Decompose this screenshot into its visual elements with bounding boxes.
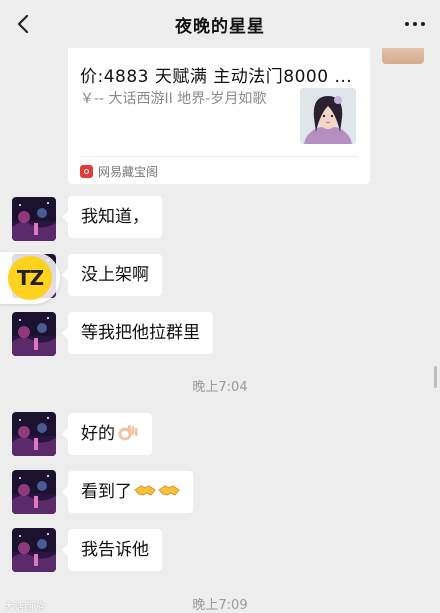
card-divider (80, 156, 358, 157)
message-text: 我知道， (81, 207, 149, 227)
handshake-emoji (134, 485, 156, 496)
message-text: 我告诉他 (81, 540, 149, 560)
chat-header: 夜晚的星星 (0, 0, 440, 48)
handshake-emoji (158, 485, 180, 496)
message-text: 没上架啊 (81, 265, 149, 285)
message-bubble[interactable]: 我告诉他 (62, 529, 162, 571)
ok-hand-emoji (118, 425, 138, 441)
contact-avatar[interactable] (12, 470, 56, 514)
message-text: 好的 (81, 424, 115, 444)
message-bubble[interactable]: 等我把他拉群里 (62, 312, 213, 354)
timestamp: 晚上7:04 (192, 380, 248, 395)
message-bubble[interactable]: 看到了 (62, 471, 193, 513)
message-bubble[interactable]: 我知道， (62, 196, 162, 238)
scrollbar[interactable] (434, 366, 437, 388)
chat-title: 夜晚的星星 (175, 16, 265, 37)
card-price-line: 价:4883 天赋满 主动法门8000 ... (80, 67, 353, 87)
floating-tz-badge[interactable]: TZ (0, 252, 60, 304)
tz-badge-icon: TZ (8, 256, 52, 300)
contact-avatar[interactable] (12, 412, 56, 456)
message-bubble[interactable]: 没上架啊 (62, 254, 162, 296)
chevron-left-icon (17, 14, 29, 34)
shared-product-card[interactable]: 价:4883 天赋满 主动法门8000 ... ￥-- 大话西游II 地界-岁月… (68, 30, 370, 184)
message-bubble[interactable]: 好的 (62, 413, 152, 455)
card-description: ￥-- 大话西游II 地界-岁月如歌 (80, 91, 267, 107)
more-button[interactable] (402, 12, 428, 36)
contact-avatar[interactable] (12, 312, 56, 356)
back-button[interactable] (12, 10, 38, 38)
watermark: 大话西游 (4, 602, 44, 613)
card-source-label: 网易藏宝阁 (98, 165, 159, 179)
message-text: 看到了 (81, 482, 132, 502)
contact-avatar[interactable] (12, 528, 56, 572)
card-thumbnail (300, 88, 356, 144)
message-text: 等我把他拉群里 (81, 323, 200, 343)
more-dots-icon (405, 22, 409, 26)
timestamp: 晚上7:09 (192, 598, 248, 613)
netease-cangbaoge-logo-icon (80, 165, 93, 178)
card-source: 网易藏宝阁 (80, 163, 158, 180)
contact-avatar[interactable] (12, 197, 56, 241)
